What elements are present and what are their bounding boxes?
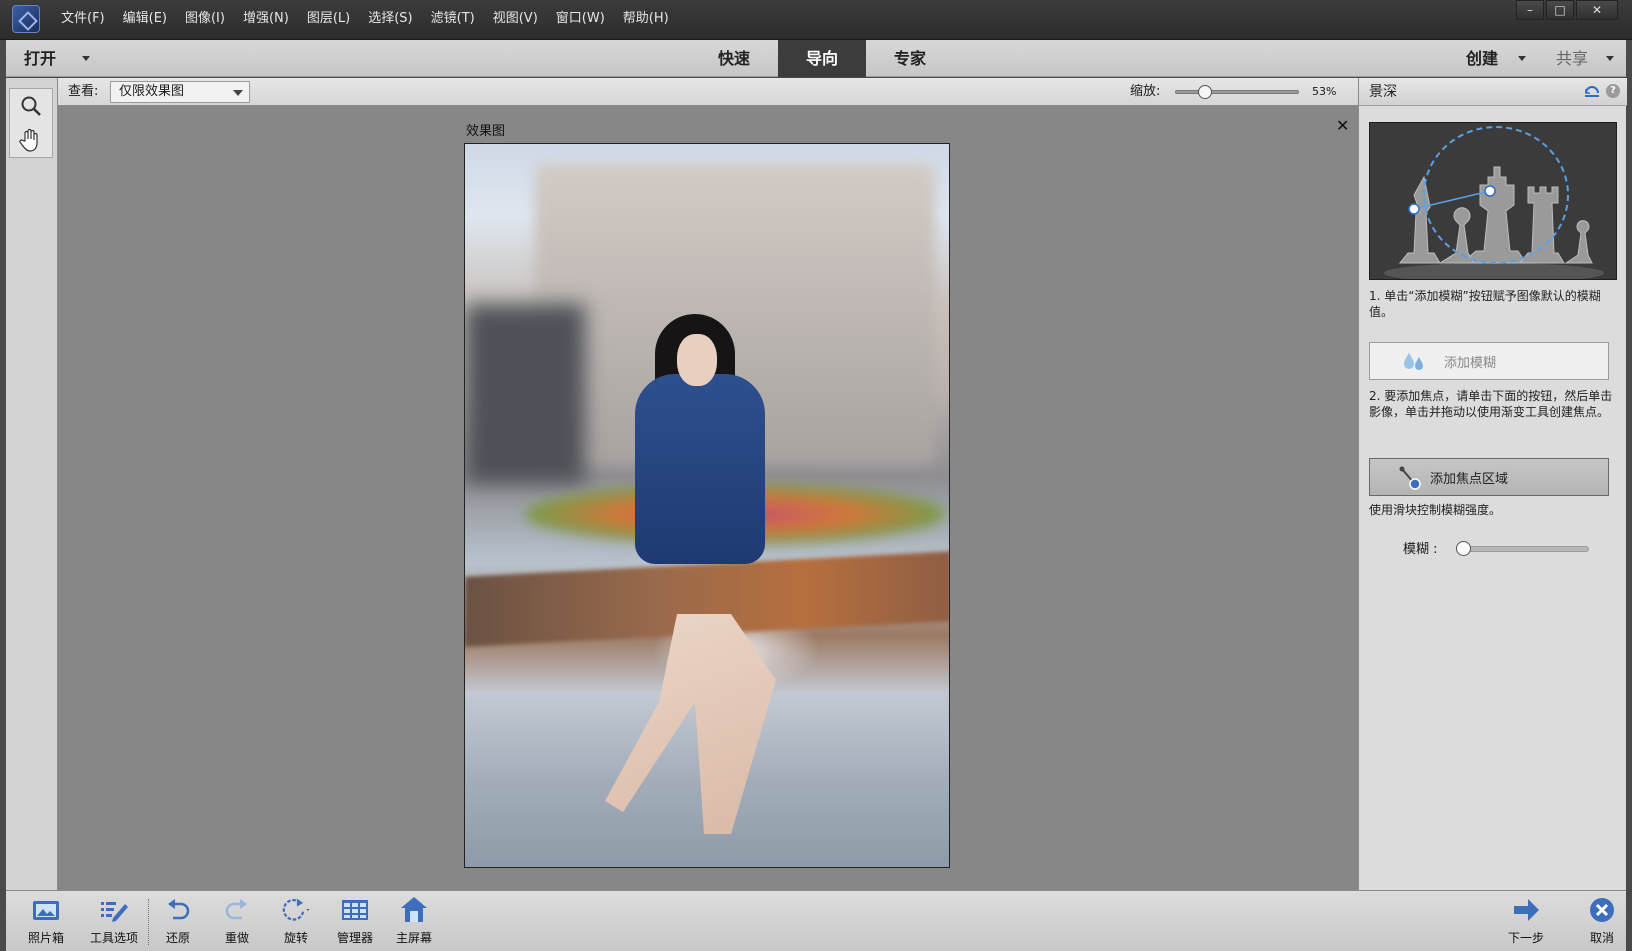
tool-options-button[interactable]: 工具选项 (86, 895, 142, 951)
photo-subject-dress (635, 374, 765, 564)
chess-pieces-illustration (1370, 123, 1616, 279)
add-focus-area-label: 添加焦点区域 (1430, 471, 1509, 487)
undo-button[interactable]: 还原 (150, 895, 206, 951)
slider-hint-text: 使用滑块控制模糊强度。 (1369, 503, 1502, 517)
share-button[interactable]: 共享 (1556, 40, 1588, 77)
app-window: 文件(F) 编辑(E) 图像(I) 增强(N) 图层(L) 选择(S) 滤镜(T… (0, 0, 1632, 951)
canvas-close-icon[interactable]: ✕ (1336, 116, 1349, 135)
mode-tabs: 快速 导向 专家 (690, 40, 954, 77)
options-bar: 查看: 仅限效果图 缩放: 53% (58, 78, 1358, 106)
next-button[interactable]: 下一步 (1498, 895, 1554, 951)
zoom-slider-thumb[interactable] (1197, 85, 1212, 99)
open-dropdown-icon[interactable] (82, 56, 90, 61)
menu-file[interactable]: 文件(F) (52, 0, 114, 38)
menu-layer[interactable]: 图层(L) (298, 0, 359, 38)
tool-panel (6, 78, 58, 890)
menu-view[interactable]: 视图(V) (484, 0, 547, 38)
reset-icon[interactable] (1584, 84, 1600, 98)
rotate-icon (281, 895, 311, 925)
create-dropdown-icon[interactable] (1518, 56, 1526, 61)
tool-options-icon (99, 895, 129, 925)
bottom-bar: 照片箱 工具选项 还原 重做 旋转 管理器 主屏幕 下一步 取消 (6, 890, 1626, 951)
depth-of-field-preview (1369, 122, 1617, 280)
step1-text: 1. 单击“添加模糊”按钮赋予图像默认的模糊值。 (1369, 289, 1601, 319)
blur-slider[interactable] (1456, 541, 1589, 556)
redo-button[interactable]: 重做 (209, 895, 265, 951)
photo-image[interactable] (464, 143, 950, 868)
tab-guided[interactable]: 导向 (778, 40, 866, 77)
menu-enhance[interactable]: 增强(N) (234, 0, 298, 38)
menu-image[interactable]: 图像(I) (176, 0, 234, 38)
minimize-button[interactable]: – (1516, 0, 1544, 20)
blur-slider-thumb[interactable] (1456, 541, 1471, 556)
undo-label: 还原 (165, 931, 190, 945)
menu-help[interactable]: 帮助(H) (614, 0, 678, 38)
cancel-button[interactable]: 取消 (1574, 895, 1630, 951)
open-button[interactable]: 打开 (24, 40, 56, 77)
canvas-area: 效果图 ✕ (58, 106, 1358, 890)
organizer-button[interactable]: 管理器 (327, 895, 383, 951)
menu-bar: 文件(F) 编辑(E) 图像(I) 增强(N) 图层(L) 选择(S) 滤镜(T… (52, 0, 678, 38)
panel-title: 景深 (1369, 84, 1397, 100)
next-label: 下一步 (1507, 931, 1544, 945)
next-arrow-icon (1511, 895, 1541, 925)
zoom-label: 缩放: (1130, 84, 1161, 99)
tool-group (9, 88, 53, 158)
photo-bin-icon (31, 895, 61, 925)
cancel-icon (1587, 895, 1617, 925)
canvas-title: 效果图 (466, 124, 506, 139)
create-button[interactable]: 创建 (1466, 40, 1498, 77)
menu-select[interactable]: 选择(S) (359, 0, 421, 38)
add-focus-area-button[interactable]: 添加焦点区域 (1369, 458, 1609, 496)
home-label: 主屏幕 (395, 931, 432, 945)
redo-icon (222, 895, 252, 925)
blur-drops-icon (1404, 353, 1423, 370)
photo-bin-button[interactable]: 照片箱 (18, 895, 74, 951)
blur-label: 模糊 : (1403, 542, 1438, 557)
help-icon[interactable]: ? (1606, 84, 1620, 98)
photo-background-dark (465, 304, 585, 484)
photo-subject-legs (605, 614, 776, 834)
cancel-label: 取消 (1589, 931, 1614, 945)
menu-filter[interactable]: 滤镜(T) (422, 0, 484, 38)
view-label: 查看: (68, 84, 99, 99)
add-blur-label: 添加模糊 (1444, 355, 1497, 371)
close-window-button[interactable]: ✕ (1576, 0, 1618, 20)
photo-subject-face (677, 334, 717, 386)
zoom-slider[interactable] (1175, 85, 1299, 99)
photo-bin-label: 照片箱 (27, 931, 64, 945)
organizer-label: 管理器 (336, 931, 373, 945)
focus-gradient-icon (1399, 466, 1421, 490)
hand-tool-icon[interactable] (10, 123, 52, 157)
menu-window[interactable]: 窗口(W) (547, 0, 614, 38)
maximize-button[interactable]: □ (1546, 0, 1574, 20)
panel-header: 景深 ? (1359, 78, 1627, 106)
tab-expert[interactable]: 专家 (866, 40, 954, 77)
home-button[interactable]: 主屏幕 (386, 895, 442, 951)
undo-icon (163, 895, 193, 925)
title-bar: 文件(F) 编辑(E) 图像(I) 增强(N) 图层(L) 选择(S) 滤镜(T… (0, 0, 1632, 40)
redo-label: 重做 (224, 931, 249, 945)
zoom-value: 53% (1312, 85, 1337, 98)
view-select[interactable]: 仅限效果图 (110, 81, 250, 103)
mode-bar: 打开 快速 导向 专家 创建 共享 (6, 40, 1626, 77)
app-logo-icon (12, 5, 40, 33)
organizer-icon (340, 895, 370, 925)
guided-panel: 景深 ? 1. 单击“添加模糊”按钮赋予图像默认的模糊值。 添加模糊 2. 要添… (1358, 78, 1627, 890)
step2-text: 2. 要添加焦点，请单击下面的按钮，然后单击影像，单击并拖动以使用渐变工具创建焦… (1369, 389, 1613, 419)
bottom-separator (148, 899, 149, 945)
home-icon (399, 895, 429, 925)
tool-options-label: 工具选项 (89, 931, 138, 945)
menu-edit[interactable]: 编辑(E) (114, 0, 176, 38)
rotate-button[interactable]: 旋转 (268, 895, 324, 951)
rotate-label: 旋转 (283, 931, 308, 945)
zoom-tool-icon[interactable] (10, 89, 52, 123)
share-dropdown-icon[interactable] (1606, 56, 1614, 61)
window-controls: – □ ✕ (1516, 0, 1618, 20)
tab-quick[interactable]: 快速 (690, 40, 778, 77)
add-blur-button[interactable]: 添加模糊 (1369, 342, 1609, 380)
